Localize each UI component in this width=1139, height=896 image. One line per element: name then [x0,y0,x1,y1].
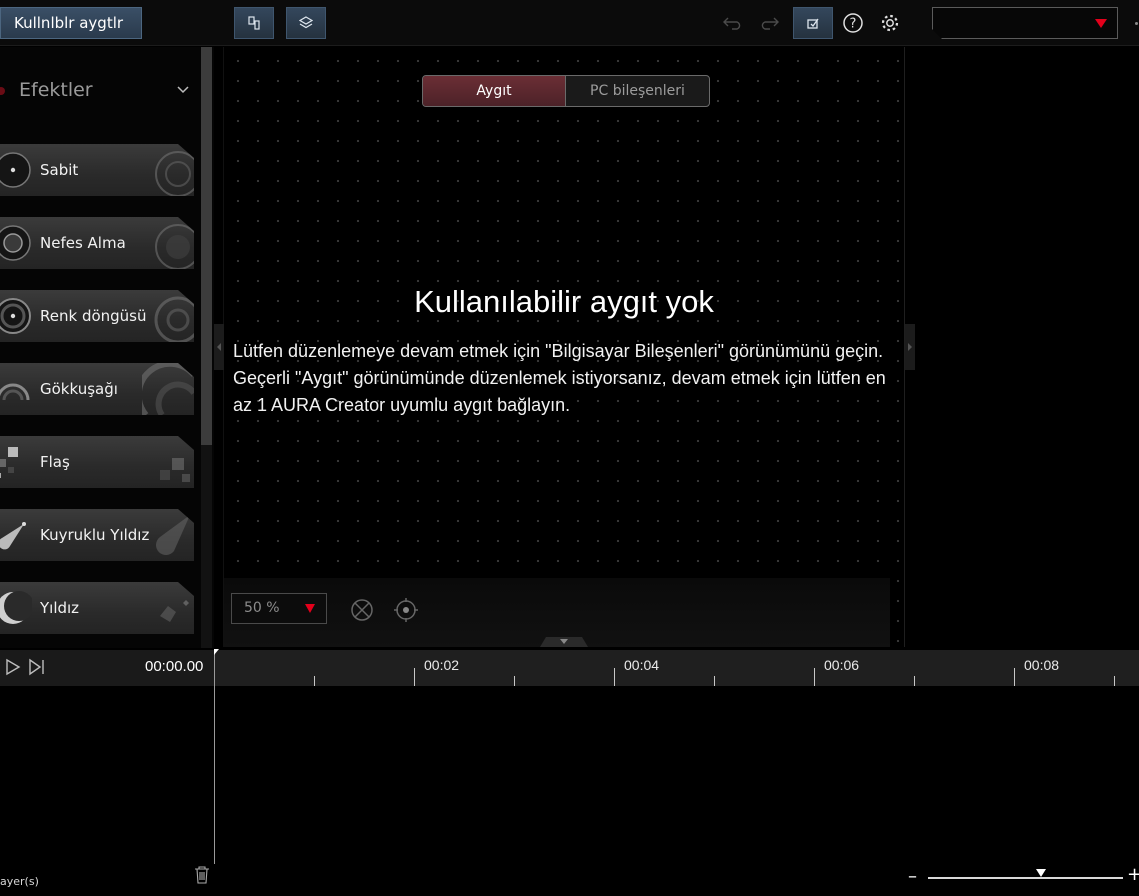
ruler-tick [414,668,415,686]
layers-icon [299,16,313,29]
skip-to-end-icon[interactable] [28,658,46,676]
timeline-zoom-out-icon[interactable]: – [908,866,917,887]
current-time: 00:00.00 [145,658,204,675]
effect-decoration-icon [156,515,190,555]
timeline-zoom-slider[interactable] [928,877,1123,879]
ruler-tick [814,668,815,686]
chevron-left-icon [217,343,221,351]
chevron-right-icon [908,343,912,351]
help-button[interactable]: ? [842,12,864,34]
ruler-tick [914,676,915,686]
effect-decoration-icon [160,600,189,622]
help-icon: ? [843,13,863,33]
view-toggle: Aygıt PC bileşenleri [422,75,710,107]
effect-label: Yıldız [40,599,80,617]
effect-item[interactable]: Sabit [0,144,194,196]
effects-scrollbar-thumb[interactable] [201,47,212,445]
effect-label: Nefes Alma [40,234,126,252]
breathing-icon [0,225,31,261]
timeline-tracks[interactable] [0,686,1139,896]
static-icon [0,152,31,188]
effect-item[interactable]: Yıldız [0,582,194,634]
effect-decoration-icon [142,363,194,415]
zoom-select[interactable]: 50 % [231,593,327,624]
redo-button[interactable] [758,12,780,34]
dropdown-caret-icon [1095,19,1107,28]
playhead-marker[interactable] [214,649,219,655]
timeline-ruler[interactable]: 00:02 00:04 00:06 00:08 [214,650,1139,686]
section-dot-icon [0,87,5,95]
settings-button[interactable] [879,12,901,34]
ruler-label: 00:08 [1024,657,1060,673]
right-panel-expand-handle[interactable] [905,324,915,370]
no-device-title: Kullanılabilir aygıt yok [414,284,714,319]
settings-icon [881,14,899,32]
profile-select[interactable] [932,7,1118,39]
trash-icon[interactable] [194,866,210,884]
effects-scrollbar-track[interactable] [201,445,212,648]
save-icon [807,18,819,29]
play-icon[interactable] [5,658,21,676]
top-toolbar: Kullnlblr aygtlr ? [0,0,1139,46]
effect-item[interactable]: Renk döngüsü [0,290,194,342]
ruler-tick [314,676,315,686]
star-icon [0,591,32,624]
ruler-tick [1014,668,1015,686]
timeline-collapse-tab[interactable] [540,637,588,647]
timeline-zoom-in-icon[interactable]: + [1127,864,1139,885]
effects-title: Efektler [19,79,93,101]
effect-decoration-icon [155,224,194,269]
effect-decoration-icon [160,458,190,482]
effect-label: Flaş [40,453,70,471]
effects-panel: Efektler Sabit Nefes Alma Renk döngüsü G… [0,47,214,648]
available-devices-button[interactable]: Kullnlblr aygtlr [0,7,142,39]
layers-count-label: ayer(s) [0,875,39,888]
flash-icon [0,447,18,478]
tab-device[interactable]: Aygıt [423,76,566,106]
effect-label: Kuyruklu Yıldız [40,526,150,544]
chevron-down-icon [560,639,568,644]
effect-label: Gökkuşağı [40,380,118,398]
no-device-message: Lütfen düzenlemeye devam etmek için "Bil… [233,341,886,415]
tab-pc-components[interactable]: PC bileşenleri [566,76,709,106]
effect-label: Sabit [40,161,79,179]
effect-decoration-icon [155,151,194,196]
timeline-zoom-thumb[interactable] [1036,869,1046,877]
ruler-label: 00:06 [824,657,860,673]
effect-item[interactable]: Kuyruklu Yıldız [0,509,194,561]
ruler-tick [614,668,615,686]
effect-item[interactable]: Nefes Alma [0,217,194,269]
left-panel-collapse-handle[interactable] [214,324,224,370]
center-view-icon[interactable] [393,597,419,623]
svg-text:?: ? [850,17,857,32]
undo-icon [723,17,741,30]
effect-label: Renk döngüsü [40,307,147,325]
zoom-value: 50 % [244,600,280,616]
playhead[interactable] [214,650,215,864]
save-button[interactable] [793,7,833,39]
comet-icon [0,522,26,550]
effect-decoration-icon [154,296,194,342]
ruler-label: 00:04 [624,657,660,673]
rainbow-icon [0,383,30,401]
undo-button[interactable] [722,12,744,34]
fit-to-view-icon[interactable] [349,597,375,623]
redo-icon [761,17,779,30]
ruler-tick [514,676,515,686]
ruler-tick [714,676,715,686]
ruler-tick [1114,676,1115,686]
dropdown-caret-icon [305,604,315,613]
device-layout-button[interactable] [234,7,274,39]
color-cycle-icon [0,298,31,334]
effect-item[interactable]: Flaş [0,436,194,488]
ruler-label: 00:02 [424,657,460,673]
overflow-dot [1135,22,1138,25]
effect-item[interactable]: Gökkuşağı [0,363,194,415]
device-layout-icon [248,16,260,30]
effects-header[interactable]: Efektler [0,77,200,107]
chevron-down-icon[interactable] [176,83,190,97]
layers-button[interactable] [286,7,326,39]
